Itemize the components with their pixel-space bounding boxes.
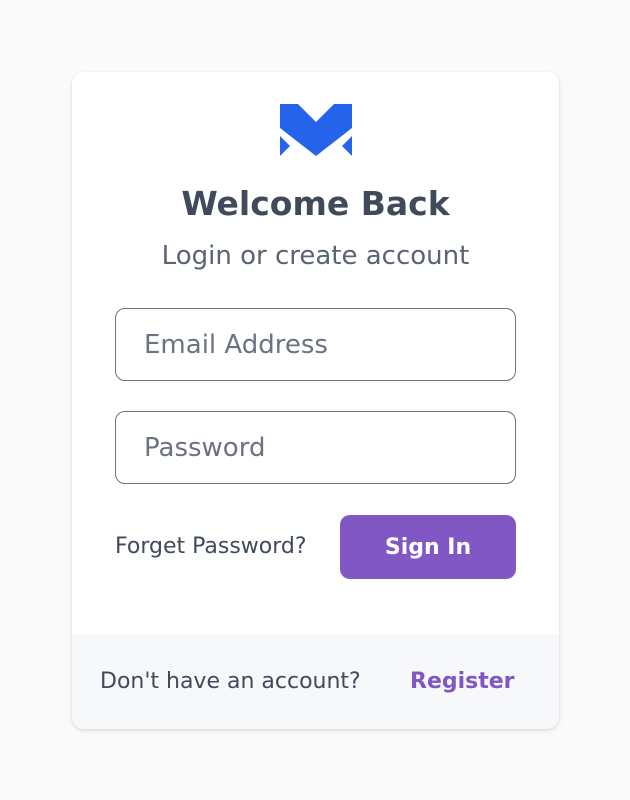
page-title: Welcome Back	[181, 184, 450, 223]
sign-in-button[interactable]: Sign In	[340, 515, 516, 579]
page-subtitle: Login or create account	[161, 241, 470, 271]
forgot-password-link[interactable]: Forget Password?	[115, 527, 307, 567]
email-field[interactable]	[115, 308, 516, 381]
password-field[interactable]	[115, 411, 516, 484]
login-card: Welcome Back Login or create account For…	[72, 72, 559, 729]
m-logo-icon	[280, 104, 352, 156]
register-link[interactable]: Register	[410, 662, 515, 702]
register-prompt: Don't have an account?	[100, 669, 361, 694]
card-footer: Don't have an account? Register	[72, 635, 559, 729]
